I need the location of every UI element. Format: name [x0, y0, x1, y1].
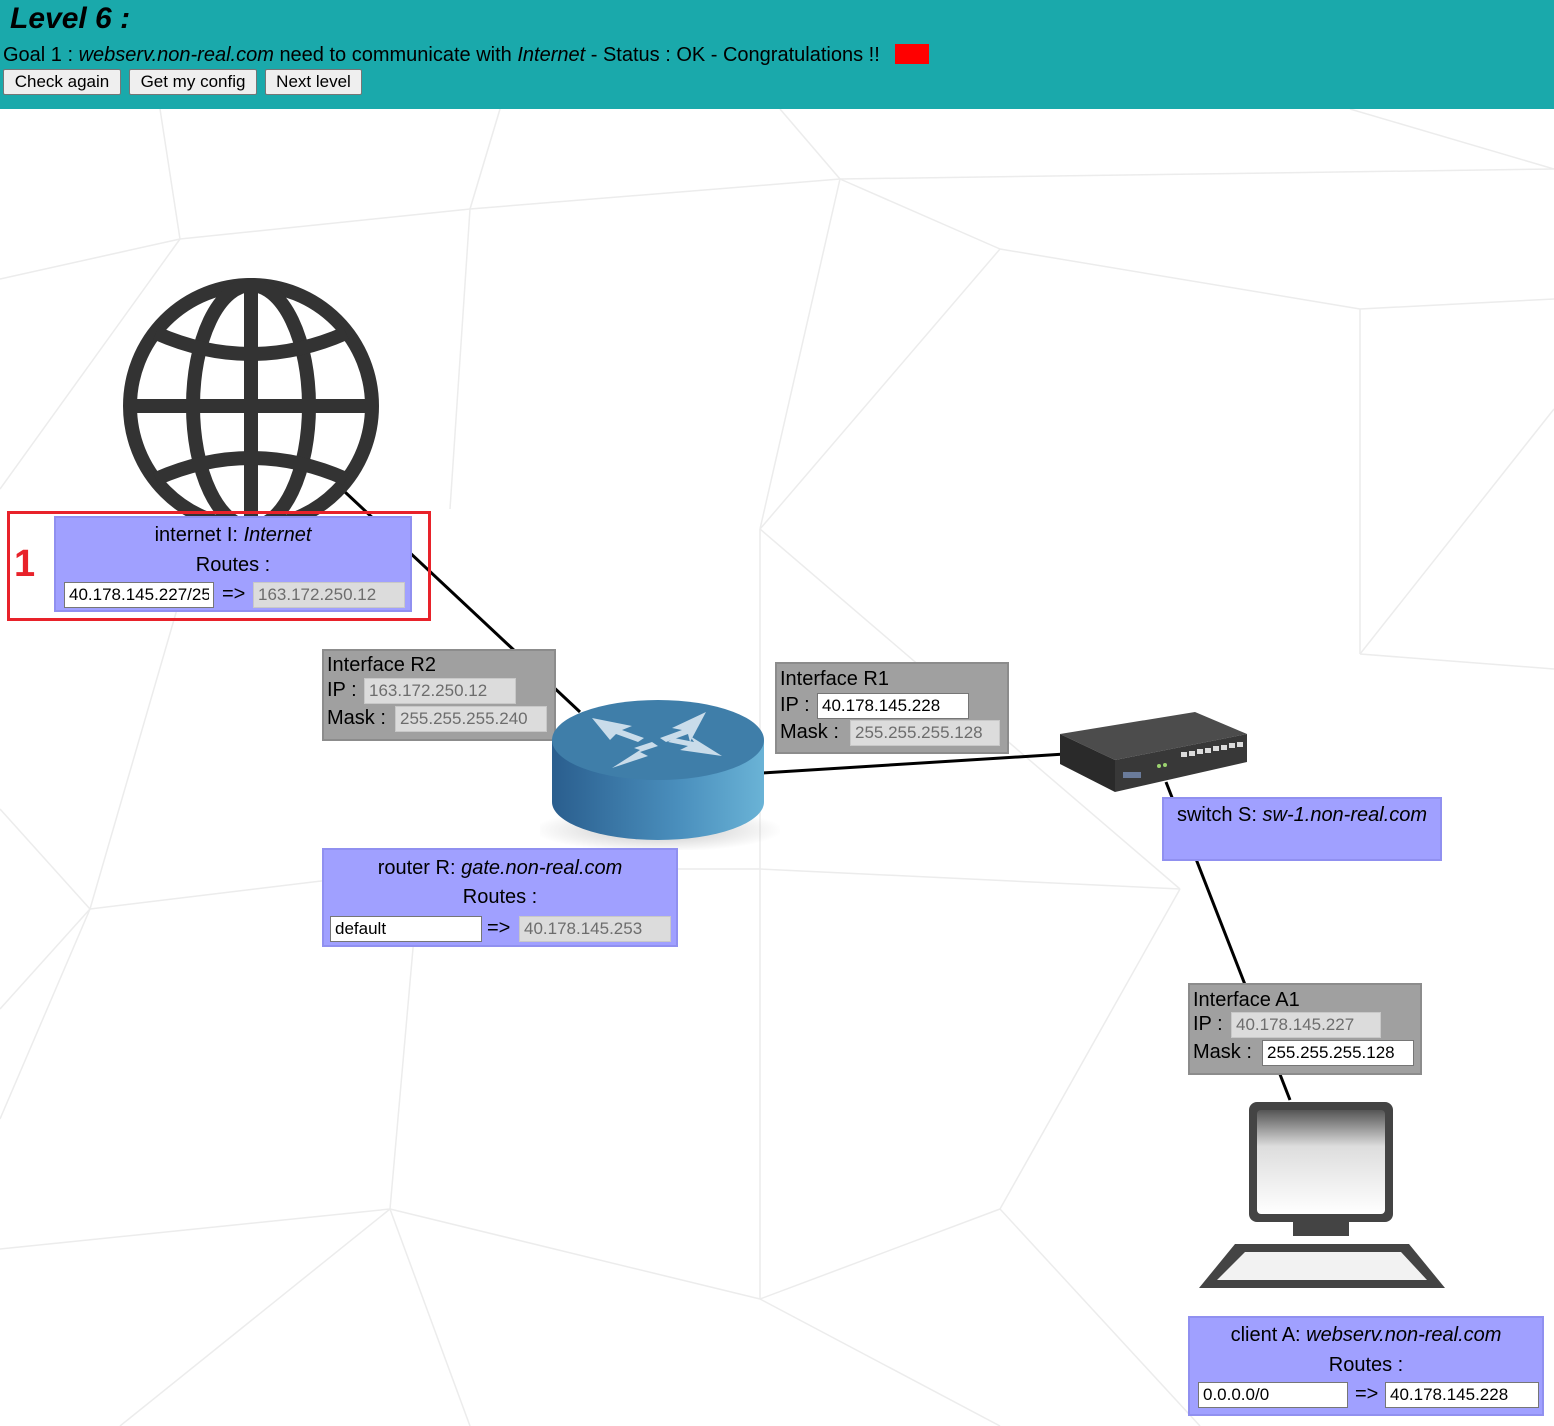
interface-r1-mask-input[interactable]	[850, 720, 1000, 746]
client-host-box: client A: webserv.non-real.com Routes : …	[1188, 1316, 1544, 1416]
router-name: gate.non-real.com	[461, 857, 623, 879]
interface-a1-ip-input[interactable]	[1231, 1012, 1381, 1038]
level-header: Level 6 : Goal 1 : webserv.non-real.com …	[0, 0, 1554, 109]
interface-r1-ip-label: IP :	[780, 694, 810, 716]
goal-source-host: webserv.non-real.com	[78, 44, 274, 66]
goal-target-host: Internet	[517, 44, 586, 66]
interface-r2-mask-input[interactable]	[395, 706, 547, 732]
client-route-arrow: =>	[1355, 1383, 1379, 1405]
interface-r2-title: Interface R2	[327, 654, 436, 676]
client-name: webserv.non-real.com	[1306, 1324, 1502, 1346]
interface-r2-mask-label: Mask :	[327, 707, 386, 729]
level-title: Level 6 :	[10, 2, 131, 35]
interface-a1-mask-label: Mask :	[1193, 1041, 1252, 1063]
router-route-destination-input[interactable]	[330, 916, 482, 942]
router-host-box: router R: gate.non-real.com Routes : =>	[322, 848, 678, 947]
interface-a1-ip-label: IP :	[1193, 1013, 1223, 1035]
switch-host-box: switch S: sw-1.non-real.com	[1162, 797, 1442, 861]
get-my-config-button[interactable]: Get my config	[129, 69, 257, 95]
switch-icon	[1060, 712, 1247, 792]
switch-kind: switch S:	[1176, 804, 1257, 826]
switch-name: sw-1.non-real.com	[1262, 804, 1428, 826]
globe-icon	[123, 278, 379, 534]
router-route-arrow: =>	[487, 917, 511, 939]
client-kind: client A:	[1230, 1324, 1301, 1346]
router-icon	[540, 700, 780, 850]
client-routes-label: Routes :	[1328, 1354, 1404, 1376]
router-kind: router R:	[377, 857, 456, 879]
annotation-number: 1	[14, 543, 36, 585]
goal-status: Goal 1 : webserv.non-real.com need to co…	[3, 44, 930, 67]
router-route-gateway-input[interactable]	[519, 916, 671, 942]
interface-r1-ip-input[interactable]	[817, 693, 969, 719]
goal-prefix: Goal 1 :	[3, 44, 74, 66]
interface-r2-ip-input[interactable]	[364, 678, 516, 704]
interface-r1-mask-label: Mask :	[780, 721, 839, 743]
interface-r1-box: Interface R1 IP : Mask :	[775, 662, 1009, 754]
interface-a1-title: Interface A1	[1193, 989, 1300, 1011]
goal-middle-text: need to communicate with	[279, 44, 512, 66]
interface-a1-mask-input[interactable]	[1262, 1040, 1414, 1066]
interface-r2-ip-label: IP :	[327, 679, 357, 701]
interface-r1-title: Interface R1	[780, 668, 889, 690]
computer-icon	[1199, 1102, 1445, 1288]
router-routes-label: Routes :	[462, 886, 538, 908]
check-again-button[interactable]: Check again	[3, 69, 121, 95]
interface-a1-box: Interface A1 IP : Mask :	[1188, 983, 1422, 1075]
annotation-highlight	[7, 511, 431, 621]
client-route-destination-input[interactable]	[1198, 1382, 1348, 1408]
next-level-button[interactable]: Next level	[265, 69, 362, 95]
client-route-gateway-input[interactable]	[1385, 1382, 1539, 1408]
status-indicator	[895, 44, 930, 64]
goal-status-text: - Status : OK - Congratulations !!	[590, 44, 880, 66]
interface-r2-box: Interface R2 IP : Mask :	[322, 649, 556, 741]
